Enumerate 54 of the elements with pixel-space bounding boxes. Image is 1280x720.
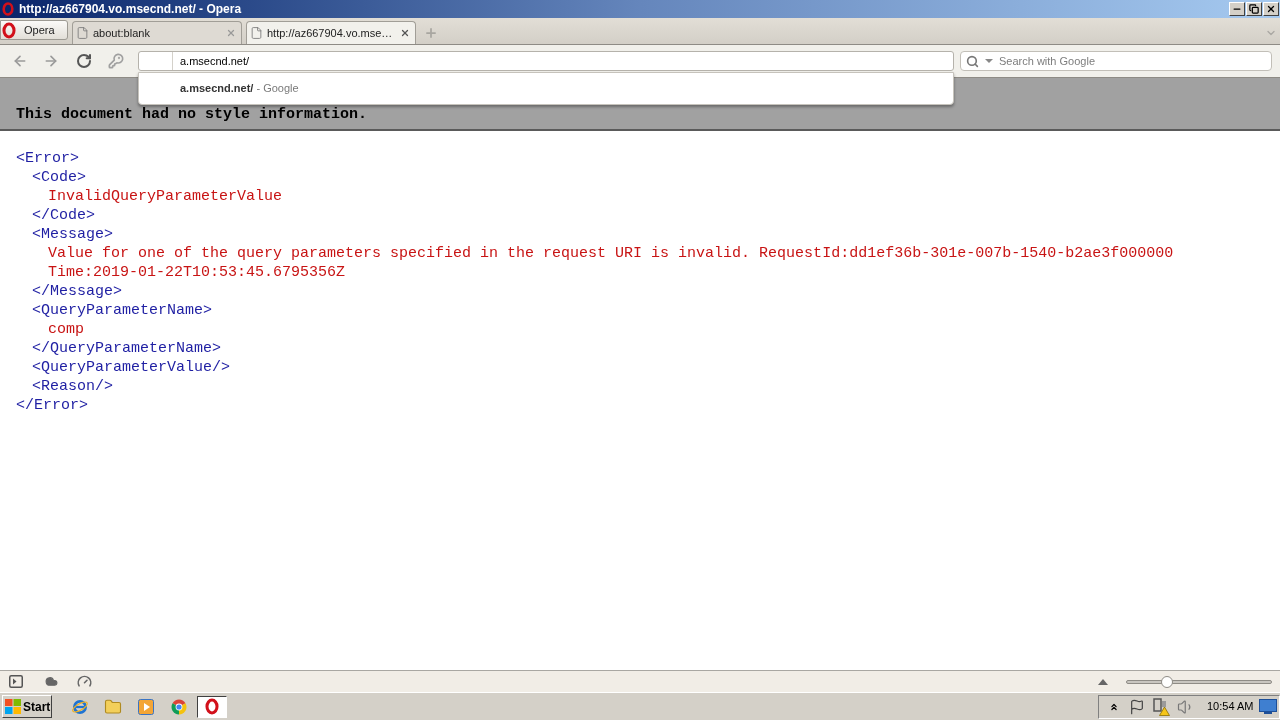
suggestion-item[interactable]: a.msecnd.net/ - Google xyxy=(180,82,299,95)
page-icon xyxy=(250,26,263,40)
restore-button[interactable] xyxy=(1246,2,1262,16)
restore-icon xyxy=(1249,4,1259,14)
browser-tab[interactable]: http://az667904.vo.mse… xyxy=(246,21,416,44)
app-logo-icon xyxy=(2,2,14,16)
taskbar-app-button[interactable] xyxy=(197,695,227,718)
xml-open-tag: <QueryParameterName> xyxy=(32,301,213,320)
back-icon[interactable] xyxy=(12,53,28,69)
show-desktop-icon[interactable] xyxy=(1259,699,1277,714)
xml-close-tag: </Message> xyxy=(32,282,122,301)
forward-icon[interactable] xyxy=(43,53,59,69)
slider-thumb[interactable] xyxy=(1160,675,1173,688)
xml-text: InvalidQueryParameterValue xyxy=(48,187,283,206)
media-player-icon xyxy=(138,698,154,715)
caret-icon xyxy=(985,59,993,63)
xml-close-tag: </Error> xyxy=(16,396,88,415)
browser-icon xyxy=(71,697,89,716)
xml-text: comp xyxy=(48,320,84,339)
panel-toggle-icon[interactable] xyxy=(9,675,23,688)
search-field[interactable]: Search with Google xyxy=(960,51,1272,71)
folder-icon xyxy=(104,697,122,716)
round-logo-icon xyxy=(171,698,187,715)
flag-icon[interactable] xyxy=(1129,698,1145,715)
search-icon xyxy=(966,54,979,68)
speedometer-icon[interactable] xyxy=(77,674,92,689)
minimize-button[interactable] xyxy=(1229,2,1245,16)
xml-empty-tag: <Reason/> xyxy=(32,377,113,396)
close-icon xyxy=(1266,4,1276,14)
xml-text: Value for one of the query parameters specified in the request URI is invalid. RequestId:dd1ef36b-301e-007b-1540-b2ae3f000000 Time:2019-01-22T10:53:45.6795356Z xyxy=(48,244,1175,282)
o-logo-icon xyxy=(2,21,16,39)
window-title: http://az667904.vo.msecnd.net/ - Opera xyxy=(19,2,242,16)
network-warning-icon[interactable] xyxy=(1152,697,1170,716)
cloud-icon[interactable] xyxy=(44,675,59,688)
start-button[interactable]: Start xyxy=(2,695,52,718)
xml-close-tag: </QueryParameterName> xyxy=(32,339,222,358)
page-icon xyxy=(76,26,89,40)
browser-tab[interactable]: about:blank xyxy=(72,21,242,44)
ring-logo-icon xyxy=(205,698,219,715)
up-triangle-icon[interactable] xyxy=(1098,678,1108,685)
close-button[interactable] xyxy=(1263,2,1279,16)
xml-close-tag: </Code> xyxy=(32,206,95,225)
opera-menu-button[interactable]: Opera xyxy=(0,20,68,40)
reload-icon[interactable] xyxy=(76,53,92,69)
windows-logo-icon xyxy=(5,699,21,714)
clock: 10:54 AM xyxy=(1207,700,1254,713)
xml-open-tag: <Error> xyxy=(16,149,79,168)
xml-empty-tag: <QueryParameterValue/> xyxy=(32,358,231,377)
xml-open-tag: <Code> xyxy=(32,168,86,187)
close-icon[interactable] xyxy=(400,28,410,38)
zoom-slider[interactable] xyxy=(1126,675,1272,688)
xml-open-tag: <Message> xyxy=(32,225,113,244)
notice-text: This document had no style information. xyxy=(16,106,368,124)
address-field[interactable]: a.msecnd.net/ xyxy=(138,51,954,71)
